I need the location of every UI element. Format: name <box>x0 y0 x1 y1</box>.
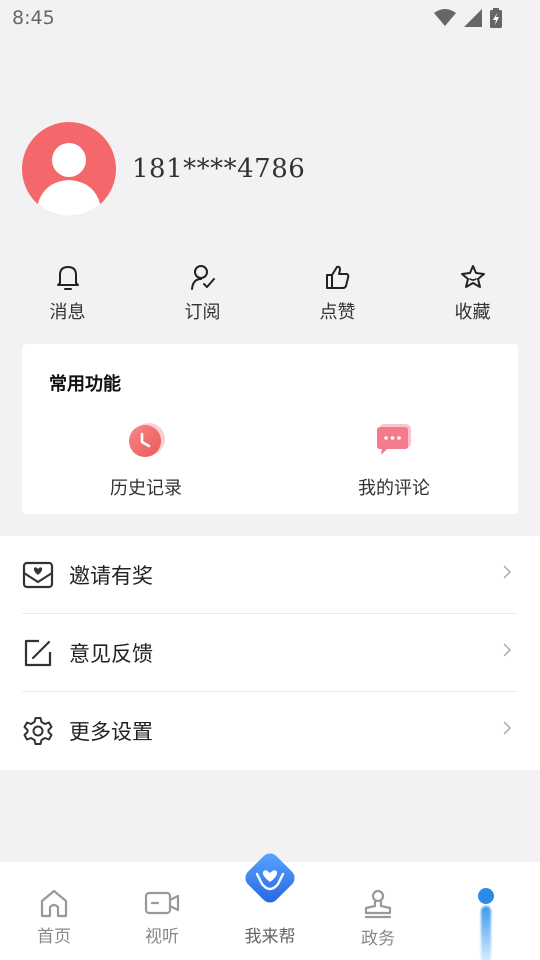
thumbs-up-icon <box>325 265 349 289</box>
comment-bubble-icon <box>377 424 411 455</box>
feedback-edit-icon <box>22 637 54 669</box>
tab-label: 我来帮 <box>244 927 296 947</box>
tab-media[interactable]: 视听 <box>108 862 216 960</box>
profile-header[interactable]: 181****4786 <box>22 122 305 216</box>
quick-item-likes[interactable]: 点赞 <box>270 262 405 324</box>
history-button[interactable]: 历史记录 <box>46 418 246 500</box>
chevron-right-icon <box>503 643 512 657</box>
settings-menu: 邀请有奖 意见反馈 更多设置 <box>0 536 540 770</box>
video-camera-icon <box>144 891 180 915</box>
quick-label: 点赞 <box>319 302 356 323</box>
quick-label: 消息 <box>49 302 86 323</box>
invite-envelope-icon <box>22 559 54 591</box>
quick-label: 订阅 <box>184 302 221 323</box>
user-phone: 181****4786 <box>132 154 306 184</box>
signal-icon <box>464 9 482 27</box>
battery-icon <box>490 8 502 28</box>
menu-item-more-settings[interactable]: 更多设置 <box>22 692 518 770</box>
bell-icon <box>56 266 79 290</box>
avatar[interactable] <box>22 122 116 216</box>
chevron-right-icon <box>503 565 512 579</box>
star-icon <box>460 265 485 288</box>
status-icons <box>434 8 502 28</box>
stamp-icon <box>364 889 392 919</box>
history-clock-icon <box>129 423 165 457</box>
wifi-icon <box>434 9 456 26</box>
tab-label: 首页 <box>37 927 71 947</box>
home-icon <box>40 889 68 918</box>
profile-icon <box>478 888 494 960</box>
tab-government[interactable]: 政务 <box>324 862 432 960</box>
tab-home[interactable]: 首页 <box>0 862 108 960</box>
quick-actions: 消息 订阅 点赞 收藏 <box>0 262 540 324</box>
status-bar: 8:45 <box>0 0 540 36</box>
tab-label: 视听 <box>145 927 179 947</box>
func-label: 我的评论 <box>358 478 430 499</box>
settings-gear-icon <box>22 715 54 747</box>
quick-label: 收藏 <box>454 302 491 323</box>
quick-item-messages[interactable]: 消息 <box>0 262 135 324</box>
profile-icon-head <box>478 888 494 904</box>
menu-label: 更多设置 <box>69 720 153 744</box>
menu-label: 邀请有奖 <box>69 563 153 588</box>
menu-item-feedback[interactable]: 意见反馈 <box>22 614 518 692</box>
tab-profile[interactable] <box>432 862 540 960</box>
status-time: 8:45 <box>12 7 55 29</box>
common-functions-card: 常用功能 历史记录 我的评论 <box>22 344 518 514</box>
tab-label: 政务 <box>361 929 395 949</box>
default-avatar-icon <box>36 143 102 216</box>
bottom-tabbar: 首页 视听 我来帮 政务 <box>0 853 540 960</box>
chevron-right-icon <box>503 721 512 735</box>
card-title: 常用功能 <box>49 374 121 395</box>
menu-label: 意见反馈 <box>69 641 153 666</box>
my-comments-button[interactable]: 我的评论 <box>294 418 494 500</box>
user-check-icon <box>190 265 215 290</box>
profile-icon-body <box>481 906 491 960</box>
quick-item-favorites[interactable]: 收藏 <box>405 262 540 324</box>
func-label: 历史记录 <box>110 478 182 499</box>
quick-item-subscriptions[interactable]: 订阅 <box>135 262 270 324</box>
heart-hands-icon <box>245 853 295 903</box>
tab-help[interactable]: 我来帮 <box>216 853 324 960</box>
menu-item-invite[interactable]: 邀请有奖 <box>22 536 518 614</box>
